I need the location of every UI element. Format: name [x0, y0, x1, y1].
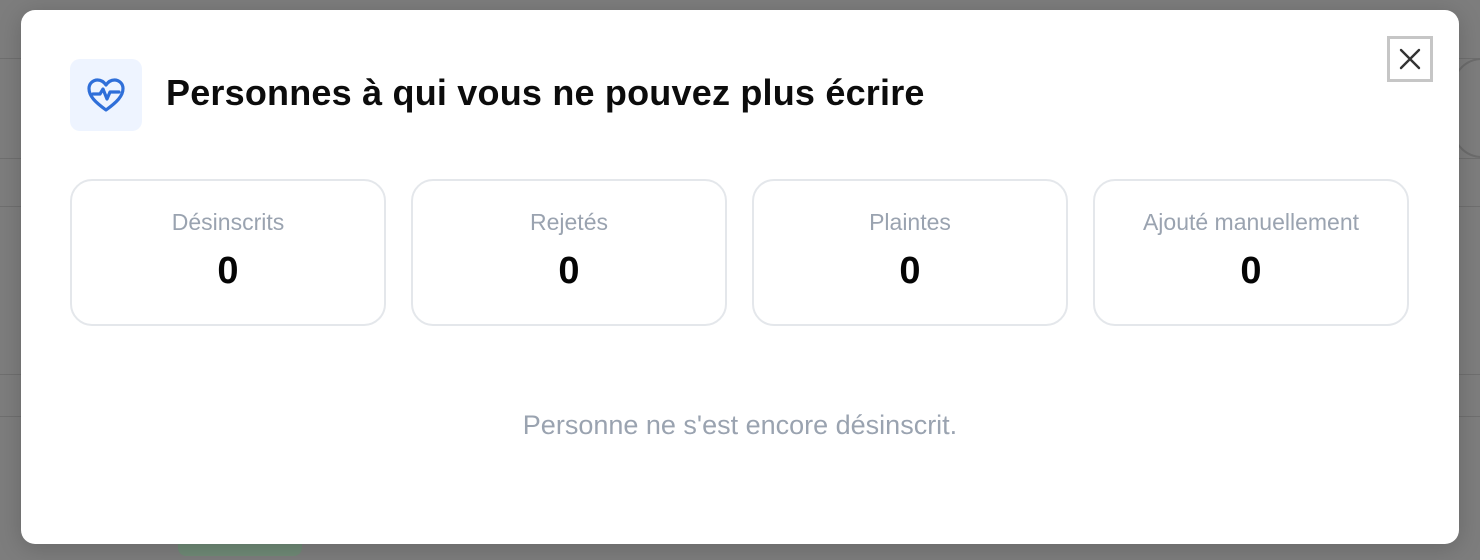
- suppression-modal: Personnes à qui vous ne pouvez plus écri…: [21, 10, 1459, 544]
- header-icon-container: [70, 59, 142, 131]
- stat-label: Rejetés: [530, 209, 608, 235]
- empty-state-message: Personne ne s'est encore désinscrit.: [522, 410, 958, 440]
- close-button[interactable]: [1387, 36, 1433, 82]
- stat-value: 0: [1240, 250, 1262, 292]
- stat-card-rejected: Rejetés 0: [411, 179, 727, 326]
- stat-value: 0: [899, 250, 921, 292]
- close-icon: [1399, 48, 1421, 70]
- stat-label: Désinscrits: [171, 209, 285, 235]
- stat-label: Plaintes: [869, 209, 951, 235]
- stat-value: 0: [217, 250, 239, 292]
- stat-card-complaints: Plaintes 0: [752, 179, 1068, 326]
- stat-value: 0: [558, 250, 580, 292]
- modal-title: Personnes à qui vous ne pouvez plus écri…: [166, 72, 925, 113]
- stat-label: Ajouté manuellement: [1142, 209, 1360, 235]
- stats-row: Désinscrits 0 Rejetés 0 Plaintes 0 Ajout…: [70, 179, 1409, 326]
- stat-card-manually-added: Ajouté manuellement 0: [1093, 179, 1409, 326]
- stat-card-unsubscribed: Désinscrits 0: [70, 179, 386, 326]
- heart-pulse-icon: [87, 78, 125, 112]
